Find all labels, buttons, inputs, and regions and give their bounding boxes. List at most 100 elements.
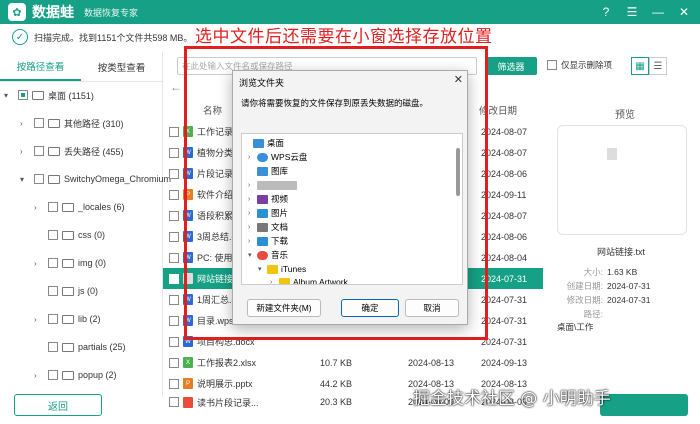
tab-by-type[interactable]: 按类型查看 [81,52,162,81]
tree-item-switchyomega[interactable]: ▾ SwitchyOmega_Chromium [20,169,171,189]
checkbox[interactable] [48,258,58,268]
folder-tree-item[interactable]: ▾ 音乐 [248,248,288,262]
cancel-button[interactable]: 取消 [405,299,459,317]
checkbox[interactable] [34,174,44,184]
ok-button[interactable]: 确定 [341,299,399,317]
table-row[interactable]: X 工作报表2.xlsx 10.7 KB 2024-08-13 2024-09-… [163,352,543,373]
back-arrow-icon[interactable]: ← [170,80,182,94]
folder-icon [62,342,74,352]
close-icon[interactable]: ✕ [674,2,694,22]
checkbox[interactable] [169,126,179,137]
chevron-right-icon[interactable]: › [248,196,257,203]
folder-tree-item[interactable]: ▾ iTunes [258,262,306,276]
chevron-right-icon[interactable]: › [248,238,257,245]
only-deleted-toggle[interactable]: 仅显示删除项 [543,59,612,71]
checkbox[interactable] [48,202,58,212]
close-icon[interactable]: ✕ [454,73,463,86]
checkbox-checked[interactable] [169,272,179,284]
folder-tree-item[interactable]: › 文档 [248,220,288,234]
new-folder-button[interactable]: 新建文件夹(M) [247,299,321,317]
folder-tree-item[interactable]: › 图片 [248,206,288,220]
tab-by-path[interactable]: 按路径查看 [0,52,81,81]
folder-label: 图片 [271,208,289,218]
folder-tree-item[interactable]: › Album Artwork [270,275,348,285]
chevron-right-icon[interactable]: › [248,210,257,217]
filter-button[interactable]: 筛选器 [485,57,537,75]
checkbox[interactable] [169,397,179,407]
tree-item-css[interactable]: css (0) [34,225,105,245]
tree-item-lib[interactable]: › lib (2) [34,309,101,329]
chevron-right-icon[interactable]: › [34,315,44,324]
tree-item-partials[interactable]: partials (25) [34,337,126,357]
checkbox[interactable] [34,146,44,156]
video-icon [257,194,268,204]
list-view-icon[interactable]: ☰ [649,57,667,75]
chevron-down-icon[interactable]: ▾ [248,251,257,259]
chevron-right-icon[interactable]: › [20,119,30,128]
title-bar: ✿ 数据蛙 数据恢复专家 ? ☰ — ✕ [0,0,700,24]
chevron-right-icon[interactable]: › [270,279,279,285]
checkbox[interactable] [169,147,179,158]
folder-tree-item[interactable]: › 下载 [248,234,288,248]
checkbox[interactable] [169,336,179,347]
folder-icon [48,174,60,184]
pdf-file-icon [183,396,193,408]
checkbox[interactable] [34,118,44,128]
checkbox[interactable] [169,231,179,242]
checkbox[interactable] [18,90,28,100]
chevron-right-icon[interactable]: › [34,259,44,268]
tree-item-js[interactable]: js (0) [34,281,98,301]
grid-view-icon[interactable]: ▦ [631,57,649,75]
checkbox[interactable] [547,60,557,70]
tree-item-popup[interactable]: › popup (2) [34,365,117,385]
folder-tree-item[interactable]: › WPS云盘 [248,150,307,164]
checkbox[interactable] [169,315,179,326]
checkbox[interactable] [169,378,179,389]
chevron-right-icon[interactable]: › [20,147,30,156]
folder-tree-item[interactable]: › [248,178,300,192]
preview-path: 路径: [583,309,603,319]
checkbox[interactable] [169,294,179,305]
tree-item-locales[interactable]: › _locales (6) [34,197,125,217]
checkbox[interactable] [48,230,58,240]
chevron-right-icon[interactable]: › [248,154,257,161]
tree-item-desktop[interactable]: ▾ 桌面 (1151) [4,85,94,105]
checkbox[interactable] [48,342,58,352]
folder-icon [32,90,44,100]
checkbox[interactable] [169,189,179,200]
recover-button[interactable] [600,394,688,416]
scrollbar[interactable] [456,148,460,196]
chevron-down-icon[interactable]: ▾ [4,91,14,100]
checkbox[interactable] [48,370,58,380]
folder-tree-item[interactable]: 图库 [248,164,288,178]
checkbox[interactable] [169,168,179,179]
help-icon[interactable]: ? [596,2,616,22]
chevron-right-icon[interactable]: › [248,182,257,189]
download-icon [257,236,268,246]
chevron-down-icon[interactable]: ▾ [258,265,267,273]
chevron-right-icon[interactable]: › [34,371,44,380]
menu-icon[interactable]: ☰ [622,2,642,22]
preview-modified: 修改日期: 2024-07-31 [566,295,651,305]
checkbox[interactable] [48,314,58,324]
minimize-icon[interactable]: — [648,2,668,22]
watermark: 掘金技术社区 @ 小明助手 [413,389,611,409]
chevron-right-icon[interactable]: › [248,224,257,231]
folder-tree[interactable]: 桌面 › WPS云盘 图库 › › 视频 › 图片 › 文档 › 下载 ▾ 音乐… [241,133,463,285]
chevron-right-icon[interactable]: › [34,203,44,212]
folder-tree-item[interactable]: 桌面 [244,136,284,150]
folder-icon [62,314,74,324]
checkbox[interactable] [48,286,58,296]
back-button[interactable]: 返回 [14,394,102,416]
folder-label: 音乐 [271,250,289,260]
tree-item-other-paths[interactable]: › 其他路径 (310) [20,113,124,133]
tree-item-img[interactable]: › img (0) [34,253,106,273]
checkbox[interactable] [169,252,179,263]
chevron-down-icon[interactable]: ▾ [20,175,30,184]
folder-icon [48,146,60,156]
checkbox[interactable] [169,210,179,221]
tree-item-lost-paths[interactable]: › 丢失路径 (455) [20,141,124,161]
checkbox[interactable] [169,357,179,368]
folder-tree-item[interactable]: › 视频 [248,192,288,206]
folder-icon [279,277,290,284]
